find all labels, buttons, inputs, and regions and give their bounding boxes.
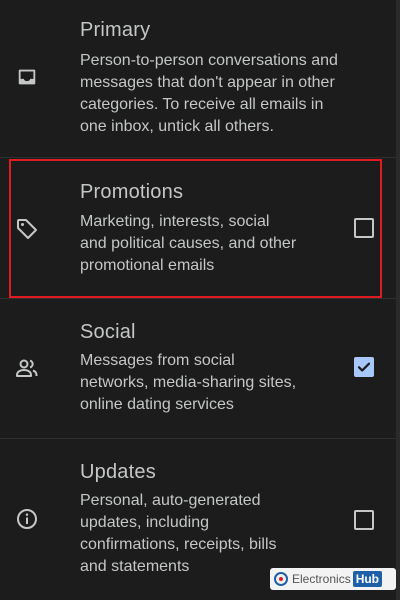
inbox-icon [14, 64, 40, 90]
electronics-hub-watermark: Electronics Hub [270, 568, 396, 590]
electronics-hub-logo-icon [274, 572, 288, 586]
info-icon [14, 506, 40, 532]
promotions-checkbox[interactable] [354, 218, 374, 238]
category-title: Primary [80, 19, 151, 41]
category-row-social[interactable]: Social Messages from social networks, me… [0, 299, 400, 437]
category-title: Promotions [80, 181, 184, 203]
social-checkbox[interactable] [354, 357, 374, 377]
category-description: Marketing, interests, social and politic… [80, 213, 297, 274]
category-title: Updates [80, 461, 156, 483]
check-icon [357, 362, 371, 372]
category-description: Person-to-person conversations and messa… [80, 52, 338, 135]
category-title: Social [80, 321, 136, 343]
watermark-badge: Hub [352, 571, 383, 587]
updates-checkbox[interactable] [354, 510, 374, 530]
category-list: Primary Person-to-person conversations a… [0, 0, 400, 600]
category-description: Messages from social networks, media-sha… [80, 352, 297, 413]
category-description: Personal, auto-generated updates, includ… [80, 492, 277, 575]
tag-icon [14, 216, 40, 242]
people-icon [14, 355, 40, 381]
category-row-promotions[interactable]: Promotions Marketing, interests, social … [0, 158, 400, 296]
category-row-primary[interactable]: Primary Person-to-person conversations a… [0, 0, 400, 156]
scrollbar[interactable] [396, 0, 400, 600]
watermark-brand: Electronics [292, 572, 351, 586]
